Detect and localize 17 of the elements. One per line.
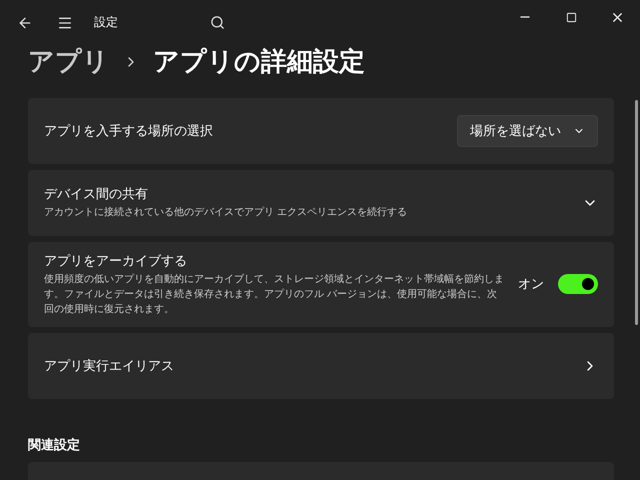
setting-card[interactable]: アプリ実行エイリアス (28, 332, 614, 399)
toggle-switch[interactable] (558, 274, 598, 294)
setting-description: 使用頻度の低いアプリを自動的にアーカイブして、ストレージ領域とインターネット帯域幅を節約します。ファイルとデータは引き続き保存されます。アプリのフル バージョンは、使用可能な場合に、次回の使用時に復元されます。 (44, 272, 504, 317)
maximize-icon[interactable] (566, 12, 576, 22)
setting-title: アプリ実行エイリアス (44, 358, 175, 375)
breadcrumb-item[interactable]: アプリ (28, 44, 109, 80)
setting-title: アプリを入手する場所の選択 (44, 122, 214, 140)
location-dropdown[interactable]: 場所を選ばない (457, 114, 598, 147)
setting-card[interactable]: デバイス間の共有 アカウントに接続されている他のデバイスでアプリ エクスペリエンスを続行する (28, 170, 614, 236)
breadcrumb-item: アプリの詳細設定 (153, 46, 365, 80)
setting-title: デバイス間の共有 (44, 186, 149, 204)
scrollbar[interactable] (635, 100, 638, 325)
window-title: 設定 (94, 14, 118, 32)
setting-title: アプリをアーカイブする (44, 252, 188, 270)
setting-description: アカウントに接続されている他のデバイスでアプリ エクスペリエンスを続行する (44, 206, 408, 220)
toggle-state: オン (518, 276, 544, 294)
section-heading: 関連設定 (27, 436, 81, 455)
